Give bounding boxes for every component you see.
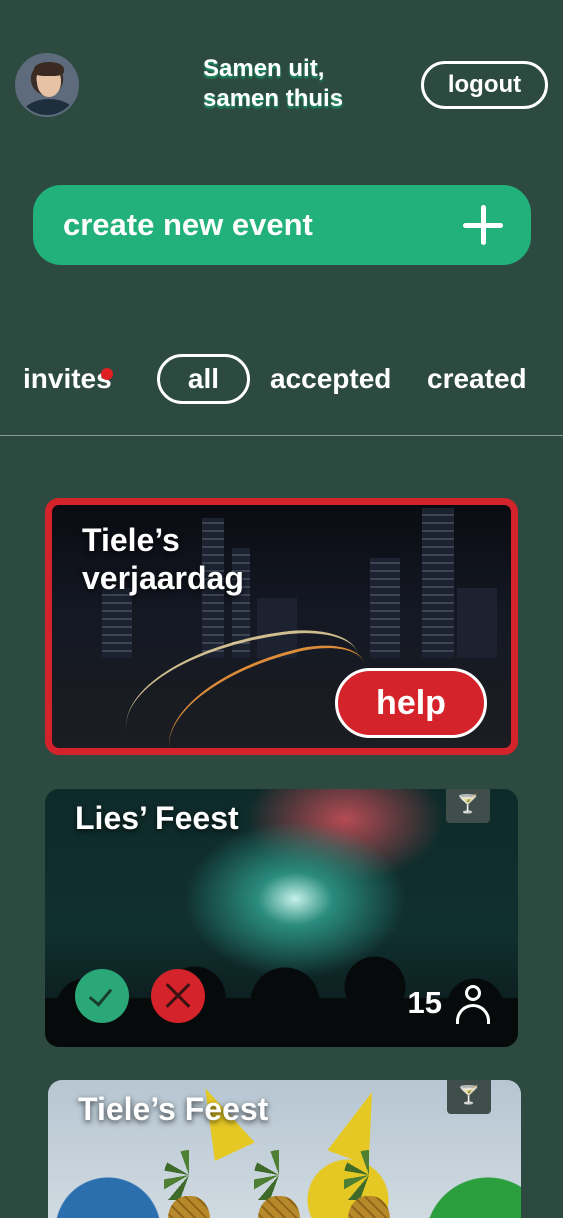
event-title: Tiele’s Feest [78,1091,269,1127]
tabs-divider [0,435,563,436]
help-button[interactable]: help [335,668,487,738]
building [422,508,454,658]
create-event-button[interactable]: create new event [33,185,531,265]
notification-dot [101,368,113,380]
event-card[interactable]: 🍸 Tiele’s Feest [48,1080,521,1218]
avatar-hair [34,62,64,76]
building [102,588,132,658]
logout-button[interactable]: logout [421,61,548,109]
plus-icon [463,205,503,245]
tab-invites[interactable]: invites [23,354,112,404]
filter-tabs: invites all accepted created [0,354,563,404]
pineapple [248,1150,310,1218]
person-icon-body [456,1004,490,1024]
accept-button[interactable] [75,969,129,1023]
event-card[interactable]: 🍸 Lies’ Feest 15 [45,789,518,1047]
event-title-line-2: verjaardag [82,560,244,596]
cocktail-icon: 🍸 [446,789,490,823]
attendee-count: 15 [407,985,442,1020]
tab-accepted[interactable]: accepted [270,354,391,404]
event-card[interactable]: Tiele’s verjaardag help [45,498,518,755]
person-icon-head [465,985,481,1001]
cocktail-icon: 🍸 [447,1080,491,1114]
avatar-shoulders [23,99,75,115]
pineapple-leaves [164,1150,214,1200]
pineapple-leaves [254,1150,304,1200]
pineapple [338,1150,400,1218]
pineapple [158,1150,220,1218]
pineapple-leaves [344,1150,394,1200]
person-icon [456,985,490,1024]
create-event-label: create new event [63,207,313,242]
app-brand-title: Samen uit, samen thuis [203,54,383,114]
event-title: Tiele’s verjaardag [82,521,244,597]
decline-button[interactable] [151,969,205,1023]
building [370,558,400,658]
building [457,588,497,658]
tab-created[interactable]: created [427,354,527,404]
event-title: Lies’ Feest [75,800,239,836]
user-avatar[interactable] [15,53,79,117]
tab-all[interactable]: all [157,354,250,404]
event-title-line-1: Tiele’s [82,522,180,558]
brand-line-1: Samen uit, [203,55,325,82]
brand-line-2: samen thuis [203,85,344,112]
